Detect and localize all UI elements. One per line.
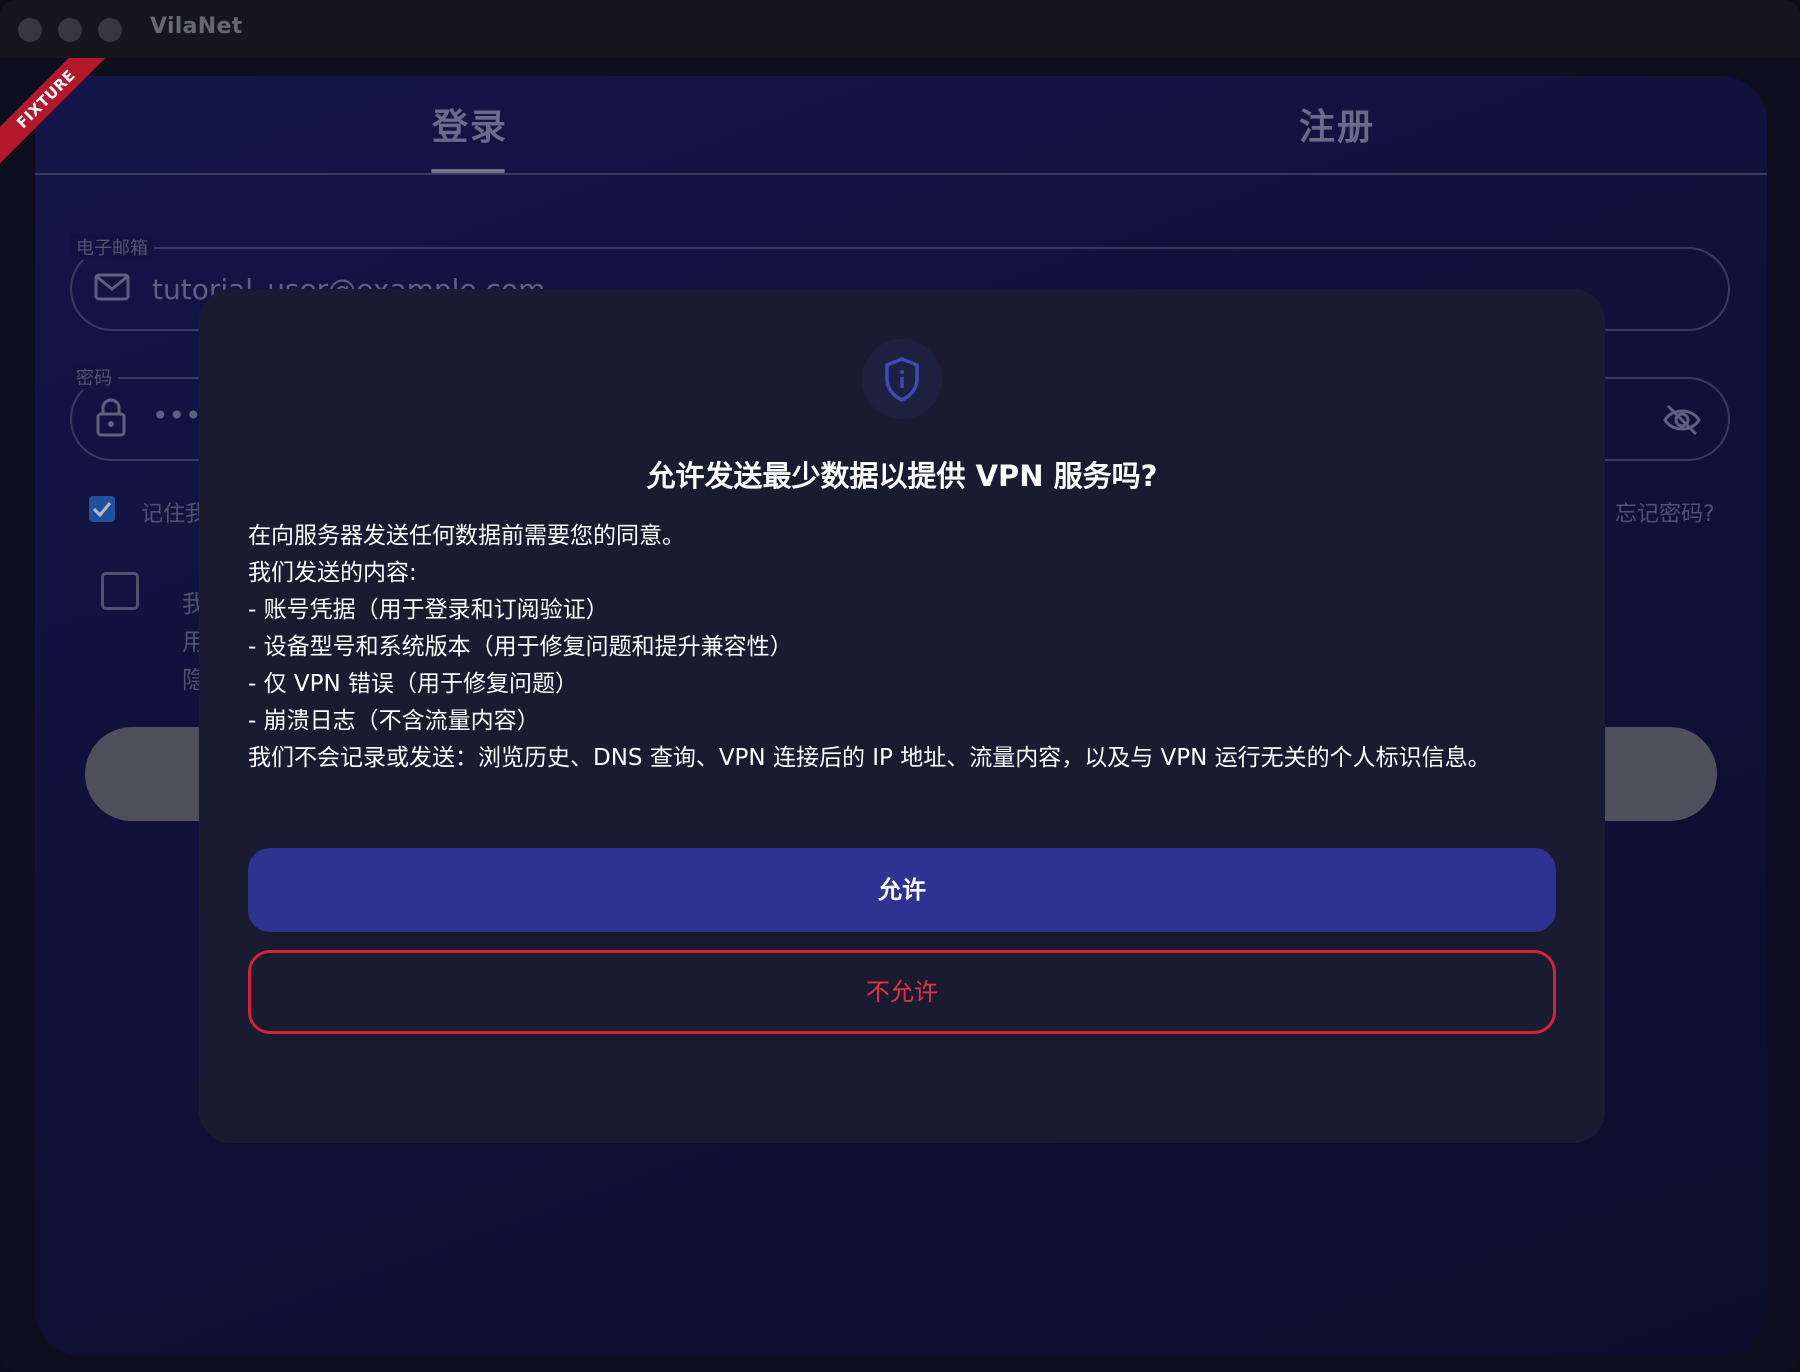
dialog-line: - 设备型号和系统版本（用于修复问题和提升兼容性） xyxy=(248,634,793,660)
shield-icon-svg xyxy=(885,357,919,402)
dialog-line: 在向服务器发送任何数据前需要您的同意。 xyxy=(248,523,685,549)
dialog-line: 我们不会记录或发送：浏览历史、DNS 查询、VPN 连接后的 IP 地址、流量内… xyxy=(248,745,1491,771)
shield-info-icon xyxy=(862,339,942,419)
fixture-label: FIXTURE xyxy=(0,58,110,168)
allow-button[interactable]: 允许 xyxy=(248,848,1556,932)
dialog-line: - 仅 VPN 错误（用于修复问题） xyxy=(248,671,579,697)
dialog-line: 我们发送的内容: xyxy=(248,560,417,586)
dialog-line: - 账号凭据（用于登录和订阅验证） xyxy=(248,597,609,623)
fixture-ribbon: FIXTURE xyxy=(0,58,110,168)
dialog-title: 允许发送最少数据以提供 VPN 服务吗? xyxy=(646,459,1158,493)
dialog-line: - 崩溃日志（不含流量内容） xyxy=(248,708,540,734)
consent-dialog: 允许发送最少数据以提供 VPN 服务吗? 在向服务器发送任何数据前需要您的同意。… xyxy=(199,289,1605,1143)
dialog-body: 在向服务器发送任何数据前需要您的同意。 我们发送的内容: - 账号凭据（用于登录… xyxy=(248,518,1554,777)
deny-button[interactable]: 不允许 xyxy=(248,950,1556,1034)
app-window: VilaNet FIXTURE 登录 注册 tutorial_user@exam… xyxy=(0,0,1800,1372)
